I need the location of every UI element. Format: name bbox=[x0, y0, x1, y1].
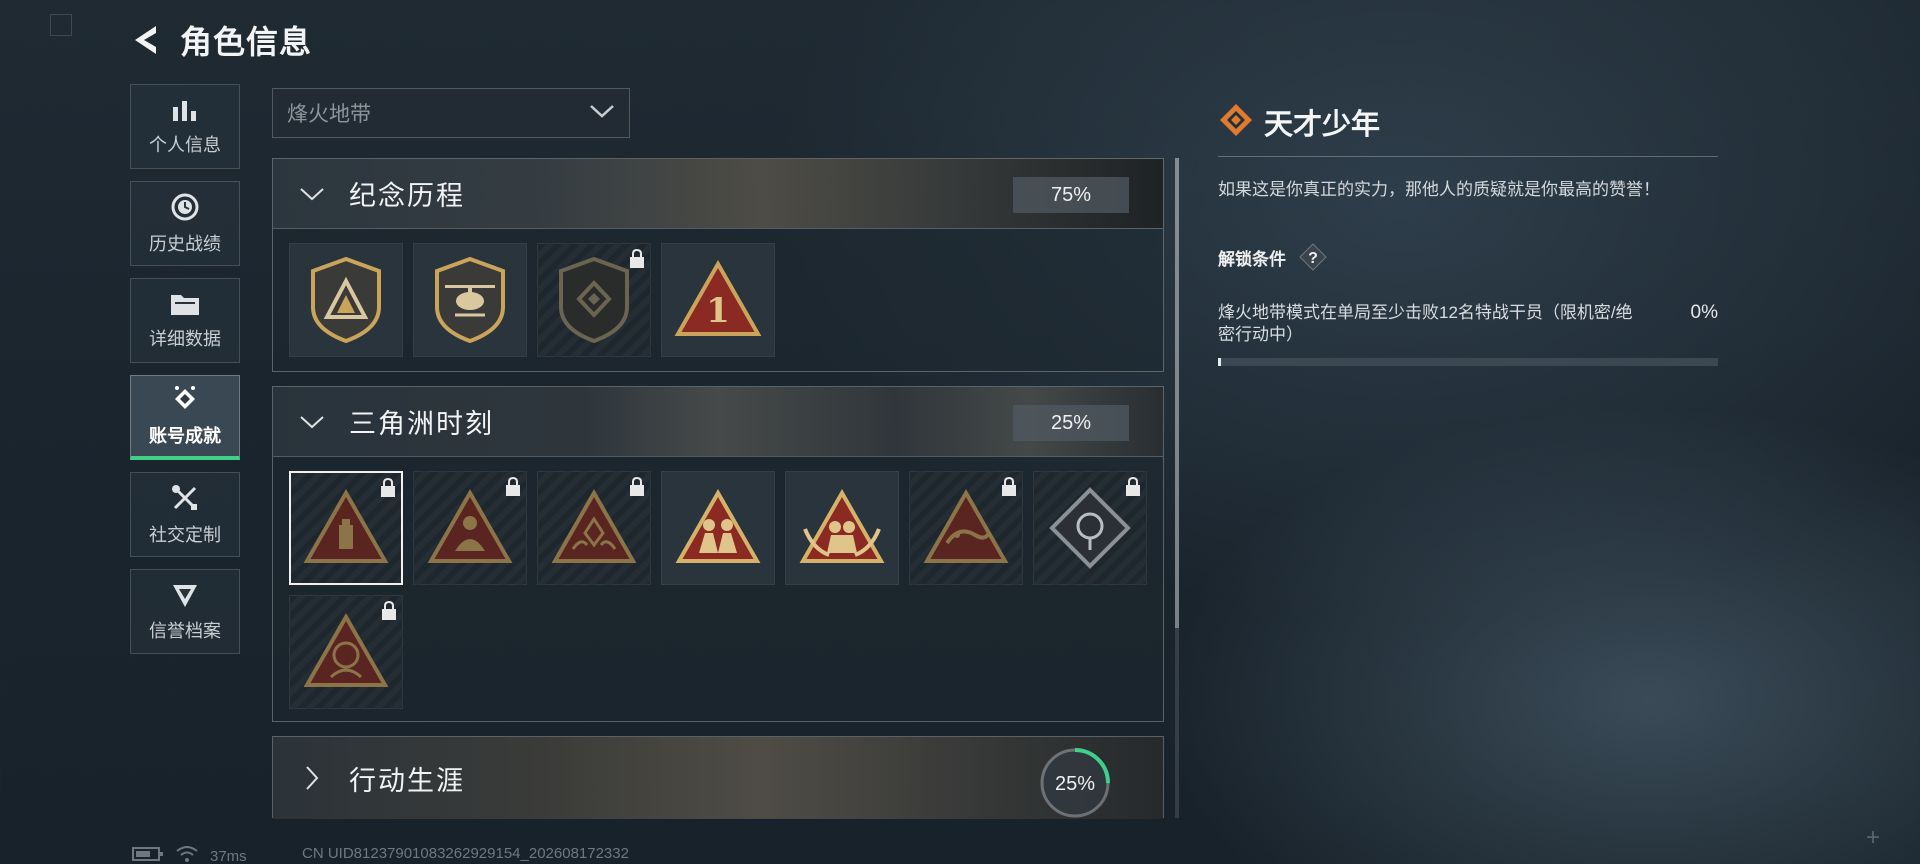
section-header[interactable]: 三角洲时刻 25% bbox=[273, 387, 1163, 457]
corner-frame-decoration bbox=[50, 14, 72, 36]
section-header[interactable]: 行动生涯 25% bbox=[273, 737, 1163, 819]
unlock-progress-bar bbox=[1218, 358, 1718, 366]
section-title: 行动生涯 bbox=[349, 765, 465, 796]
triangle-soldiers-badge-icon bbox=[675, 489, 761, 563]
achievement-badge[interactable]: 1 bbox=[661, 243, 775, 357]
sidebar-item-label: 个人信息 bbox=[149, 134, 221, 155]
sidebar-item-history[interactable]: 历史战绩 bbox=[130, 181, 240, 266]
achievement-badge[interactable] bbox=[661, 471, 775, 585]
sidebar-item-label: 详细数据 bbox=[149, 328, 221, 349]
shield-emblem-badge-icon bbox=[559, 256, 629, 344]
section-progress: 25% bbox=[1055, 773, 1095, 795]
section-progress-ring: 25% bbox=[1037, 745, 1113, 819]
page-title: 角色信息 bbox=[180, 24, 313, 60]
section-operation-career: 行动生涯 25% bbox=[272, 736, 1164, 819]
achievement-badge-locked[interactable] bbox=[537, 471, 651, 585]
triangle-soldiers-wreath-badge-icon bbox=[799, 489, 885, 563]
lock-icon bbox=[381, 600, 397, 626]
achievement-badge-locked[interactable] bbox=[537, 243, 651, 357]
sidebar-item-label: 账号成就 bbox=[149, 426, 221, 446]
section-delta-moments: 三角洲时刻 25% bbox=[272, 386, 1164, 722]
triangle-hands-badge-icon bbox=[551, 489, 637, 563]
lock-icon bbox=[629, 476, 645, 502]
unlock-progress-fill bbox=[1218, 358, 1221, 366]
dropdown-value: 烽火地带 bbox=[287, 103, 371, 126]
lock-icon bbox=[1125, 476, 1141, 502]
sidebar-item-detailed-data[interactable]: 详细数据 bbox=[130, 278, 240, 363]
achievement-title: 天才少年 bbox=[1264, 109, 1381, 141]
lock-icon bbox=[380, 477, 396, 503]
lock-icon bbox=[1001, 476, 1017, 502]
lock-icon bbox=[629, 248, 645, 274]
achievement-description: 如果这是你真正的实力，那他人的质疑就是你最高的赞誉！ bbox=[1218, 180, 1660, 199]
triangle-hooded-figure-badge-icon bbox=[303, 613, 389, 687]
uid-text: CN UID81237901083262929154_202608172332 bbox=[302, 845, 629, 862]
clock-icon bbox=[170, 192, 200, 222]
achievement-badge[interactable] bbox=[413, 243, 527, 357]
ping-value: 37ms bbox=[210, 847, 247, 864]
section-progress: 25% bbox=[1013, 405, 1129, 441]
section-header[interactable]: 纪念历程 75% bbox=[273, 159, 1163, 229]
unlock-condition-text: 烽火地带模式在单局至少击败12名特战干员（限机密/绝密行动中） bbox=[1218, 303, 1633, 344]
badge-grid bbox=[273, 457, 1163, 721]
unlock-condition-label: 解锁条件 bbox=[1218, 249, 1286, 269]
wifi-icon bbox=[176, 845, 198, 864]
diamond-rose-badge-icon bbox=[1049, 487, 1131, 569]
header: 角色信息 bbox=[128, 18, 312, 62]
sidebar-item-reputation[interactable]: 信誉档案 bbox=[130, 569, 240, 654]
triangle-usb-badge-icon bbox=[303, 489, 389, 563]
chevron-down-icon bbox=[293, 414, 331, 430]
helicopter-badge-icon bbox=[435, 256, 505, 344]
corner-crosshair-decoration: + bbox=[1865, 824, 1880, 851]
sidebar-item-label: 历史战绩 bbox=[149, 233, 221, 254]
achievement-badge-locked[interactable] bbox=[413, 471, 527, 585]
section-commemorative: 纪念历程 75% 1 bbox=[272, 158, 1164, 372]
svg-text:1: 1 bbox=[706, 291, 730, 331]
shield-wing-icon bbox=[170, 581, 200, 609]
sidebar-item-label: 社交定制 bbox=[149, 524, 221, 545]
achievement-badge-locked[interactable] bbox=[289, 595, 403, 709]
chevron-down-icon bbox=[293, 186, 331, 202]
chevron-right-icon bbox=[293, 765, 331, 791]
unlock-condition-progress: 0% bbox=[1690, 302, 1718, 323]
chevron-down-icon bbox=[589, 103, 615, 124]
divider bbox=[1218, 156, 1718, 157]
achievement-badge-locked[interactable] bbox=[909, 471, 1023, 585]
achievement-icon bbox=[170, 384, 200, 414]
achievement-diamond-icon bbox=[1218, 102, 1254, 143]
scrollbar[interactable] bbox=[1175, 158, 1179, 818]
wrench-screwdriver-icon bbox=[170, 483, 200, 513]
scrollbar-thumb[interactable] bbox=[1175, 158, 1179, 628]
triangle-figure-badge-icon bbox=[427, 489, 513, 563]
achievement-badge[interactable] bbox=[289, 243, 403, 357]
sidebar-item-label: 信誉档案 bbox=[149, 620, 221, 641]
mode-select-dropdown[interactable]: 烽火地带 bbox=[272, 88, 630, 138]
folder-icon bbox=[169, 291, 201, 317]
sidebar: 个人信息 历史战绩 详细数据 账号成就 社交定制 信誉档案 bbox=[130, 84, 240, 666]
bar-chart-icon bbox=[171, 97, 199, 123]
triangle-fish-badge-icon bbox=[923, 489, 1009, 563]
achievement-detail-panel: 天才少年 如果这是你真正的实力，那他人的质疑就是你最高的赞誉！ 解锁条件 ? 烽… bbox=[1218, 100, 1718, 366]
badge-grid: 1 bbox=[273, 229, 1163, 369]
triangle-number-one-badge-icon: 1 bbox=[674, 260, 762, 336]
achievement-badge-selected[interactable] bbox=[289, 471, 403, 585]
help-question-icon[interactable]: ? bbox=[1298, 242, 1328, 272]
shield-badge-icon bbox=[311, 256, 381, 344]
achievement-badge-locked[interactable] bbox=[1033, 471, 1147, 585]
sidebar-item-achievements[interactable]: 账号成就 bbox=[130, 375, 240, 460]
section-title: 纪念历程 bbox=[349, 181, 465, 211]
sidebar-item-personal-info[interactable]: 个人信息 bbox=[130, 84, 240, 169]
section-title: 三角洲时刻 bbox=[349, 409, 494, 439]
achievement-badge[interactable] bbox=[785, 471, 899, 585]
svg-text:?: ? bbox=[1308, 250, 1318, 267]
status-bar: 37ms bbox=[132, 845, 247, 864]
section-progress: 75% bbox=[1013, 177, 1129, 213]
back-arrow-icon[interactable] bbox=[128, 21, 162, 59]
lock-icon bbox=[505, 476, 521, 502]
battery-icon bbox=[132, 846, 164, 864]
sidebar-item-social[interactable]: 社交定制 bbox=[130, 472, 240, 557]
